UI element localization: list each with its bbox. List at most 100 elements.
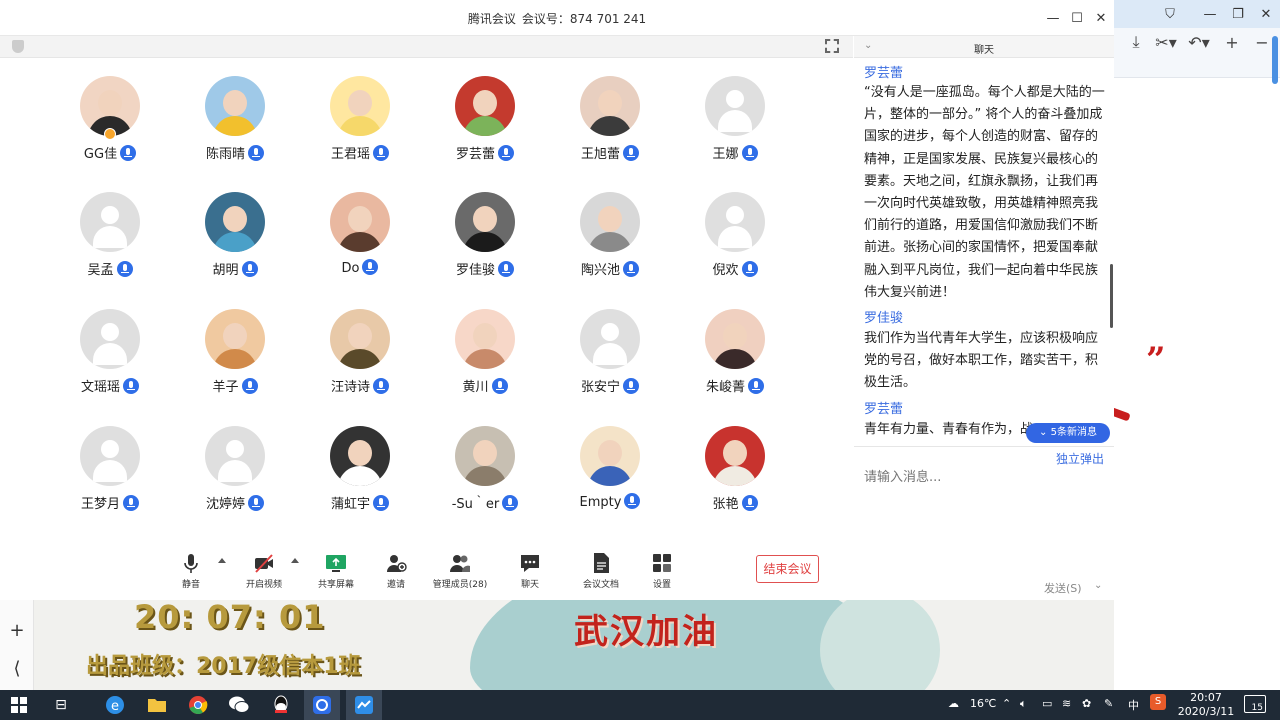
members-icon xyxy=(450,555,470,572)
participant-tile[interactable]: 陶兴池 xyxy=(560,192,660,292)
action-center-icon[interactable]: 15 xyxy=(1244,695,1266,713)
network-icon[interactable]: ≋ xyxy=(1062,697,1071,710)
microphone-status-icon xyxy=(741,261,758,277)
start-video-button[interactable]: 开启视频 xyxy=(229,548,299,596)
undo-icon[interactable]: ↶▾ xyxy=(1184,31,1214,53)
scissors-icon[interactable]: ✂▾ xyxy=(1152,31,1180,53)
sogou-input-icon[interactable]: S xyxy=(1150,694,1166,710)
host-badge-icon xyxy=(104,128,116,140)
shield-icon[interactable] xyxy=(12,40,24,53)
tencent-meeting-window-icon[interactable] xyxy=(353,694,375,716)
background-scrollbar[interactable] xyxy=(1272,36,1278,84)
tencent-meeting-icon[interactable] xyxy=(311,694,333,716)
minimize-icon[interactable]: — xyxy=(1198,4,1222,24)
chat-scrollbar[interactable] xyxy=(1110,264,1113,328)
show-hidden-icons-icon[interactable]: ⌃ xyxy=(1002,697,1011,710)
chat-panel: ⌄ 聊天 罗芸蕾 “没有人是一座孤岛。每个人都是大陆的一片，整体的一部分。” 将… xyxy=(854,36,1114,600)
end-meeting-button[interactable]: 结束会议 xyxy=(756,555,819,583)
avatar xyxy=(330,192,390,252)
microphone-status-icon xyxy=(623,145,639,161)
settings-button[interactable]: 设置 xyxy=(627,548,697,596)
participant-tile[interactable]: 吴孟 xyxy=(60,192,160,292)
participant-name-row: 张艳 xyxy=(685,493,785,512)
participant-tile[interactable]: 罗芸蕾 xyxy=(435,76,535,176)
participant-tile[interactable]: 汪诗诗 xyxy=(310,309,410,409)
windows-start-icon[interactable] xyxy=(8,694,30,716)
participant-tile[interactable]: 王旭蕾 xyxy=(560,76,660,176)
document-icon xyxy=(594,553,609,573)
participant-tile[interactable]: 王君瑶 xyxy=(310,76,410,176)
participant-tile[interactable]: 蒲虹宇 xyxy=(310,426,410,526)
close-icon[interactable]: ✕ xyxy=(1254,4,1278,24)
weather-cloud-icon[interactable]: ☁ xyxy=(948,697,959,710)
plus-icon[interactable]: + xyxy=(1222,31,1242,53)
microphone-status-icon xyxy=(741,495,758,511)
send-button[interactable]: 发送(S) xyxy=(1044,580,1082,596)
participant-tile[interactable]: 张安宁 xyxy=(560,309,660,409)
download-icon[interactable]: ⤓ xyxy=(1126,31,1146,53)
manage-members-button[interactable]: 管理成员(28) xyxy=(425,548,495,596)
participant-tile[interactable]: 王娜 xyxy=(685,76,785,176)
avatar xyxy=(205,76,265,136)
chat-button[interactable]: 聊天 xyxy=(495,548,565,596)
collapse-left-icon[interactable]: ⟨ xyxy=(0,658,34,679)
popout-link[interactable]: 独立弹出 xyxy=(1056,450,1104,467)
participant-tile[interactable]: 倪欢 xyxy=(685,192,785,292)
mute-button[interactable]: 静音 xyxy=(156,548,226,596)
participant-tile[interactable]: 胡明 xyxy=(185,192,285,292)
participant-tile[interactable]: 黄川 xyxy=(435,309,535,409)
restore-icon[interactable]: ❐ xyxy=(1226,4,1250,24)
task-view-icon[interactable]: ⊟ xyxy=(50,694,72,716)
avatar xyxy=(205,309,265,369)
participant-tile[interactable]: 陈雨晴 xyxy=(185,76,285,176)
qq-icon[interactable] xyxy=(270,694,292,716)
ime-indicator[interactable]: 中 xyxy=(1128,697,1139,713)
participant-name: 蒲虹宇 xyxy=(330,497,370,512)
battery-icon[interactable]: ▭ xyxy=(1042,697,1052,710)
close-icon[interactable]: ✕ xyxy=(1090,8,1112,28)
microphone-status-icon xyxy=(748,378,764,394)
minimize-icon[interactable]: — xyxy=(1042,8,1064,28)
avatar xyxy=(455,309,515,369)
participant-tile[interactable]: -Su｀er xyxy=(435,426,535,526)
edge-browser-icon[interactable]: e xyxy=(104,694,126,716)
video-options-caret[interactable] xyxy=(291,558,299,563)
microphone-status-icon xyxy=(624,493,641,509)
participant-tile[interactable]: 朱峻菁 xyxy=(685,309,785,409)
tray-app-icon[interactable]: ✿ xyxy=(1082,697,1091,710)
microphone-status-icon xyxy=(741,145,758,161)
file-explorer-icon[interactable] xyxy=(146,694,168,716)
avatar xyxy=(455,426,515,486)
filter-icon[interactable]: ⛉ xyxy=(1158,4,1182,24)
mute-options-caret[interactable] xyxy=(218,558,226,563)
participant-name: 汪诗诗 xyxy=(330,380,370,395)
invite-button[interactable]: 邀请 xyxy=(361,548,431,596)
participant-name-row: 罗佳骏 xyxy=(435,259,535,278)
participant-tile[interactable]: 罗佳骏 xyxy=(435,192,535,292)
participant-tile[interactable]: GG佳 xyxy=(60,76,160,176)
send-options-caret[interactable]: ⌄ xyxy=(1094,580,1102,591)
new-messages-pill[interactable]: ⌄ 5条新消息 xyxy=(1026,423,1110,443)
participant-tile[interactable]: 沈婷婷 xyxy=(185,426,285,526)
participant-name-row: 倪欢 xyxy=(685,259,785,278)
minus-icon[interactable]: − xyxy=(1252,31,1272,53)
volume-icon[interactable]: 🔈︎ xyxy=(1020,697,1027,711)
participant-tile[interactable]: Do xyxy=(310,192,410,292)
add-icon[interactable]: + xyxy=(0,620,34,641)
participant-tile[interactable]: 张艳 xyxy=(685,426,785,526)
meeting-docs-button[interactable]: 会议文档 xyxy=(566,548,636,596)
fullscreen-icon[interactable] xyxy=(825,39,839,53)
clock-tray[interactable]: 20:07 2020/3/11 xyxy=(1176,691,1236,719)
meeting-window: 腾讯会议 会议号：874 701 241 — ☐ ✕ GG佳 陈雨晴 王君瑶 罗芸蕾 王旭… xyxy=(0,0,1114,600)
pen-icon[interactable]: ✎ xyxy=(1104,697,1113,710)
participant-name-row: 黄川 xyxy=(435,376,535,395)
chrome-icon[interactable] xyxy=(187,694,209,716)
participant-tile[interactable]: 文瑶瑶 xyxy=(60,309,160,409)
participant-tile[interactable]: 王梦月 xyxy=(60,426,160,526)
participant-tile[interactable]: Empty xyxy=(560,426,660,526)
participant-grid: GG佳 陈雨晴 王君瑶 罗芸蕾 王旭蕾 王娜吴孟 胡明 Do 罗佳骏 陶兴池 倪欢文瑶瑶 羊子 汪诗诗 黄… xyxy=(0,36,853,600)
participant-tile[interactable]: 羊子 xyxy=(185,309,285,409)
maximize-icon[interactable]: ☐ xyxy=(1066,8,1088,28)
chat-input[interactable] xyxy=(864,466,1104,488)
wechat-icon[interactable] xyxy=(228,694,250,716)
